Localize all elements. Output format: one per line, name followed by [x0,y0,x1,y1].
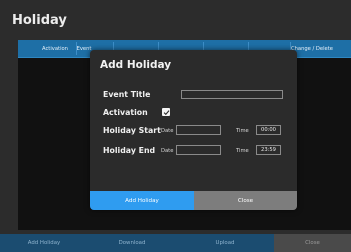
checkmark-icon [163,109,169,115]
bottom-toolbar: Add Holiday Download Upload Close [0,234,351,252]
activation-label: Activation [103,108,148,117]
upload-button[interactable]: Upload [176,234,274,252]
activation-checkbox[interactable] [162,108,170,116]
download-button[interactable]: Download [88,234,176,252]
holiday-start-label: Holiday Start [103,126,161,135]
bottom-close-button[interactable]: Close [274,234,351,252]
event-title-label: Event Title [103,90,151,99]
end-time-input[interactable]: 23:59 [256,145,281,155]
start-time-label: Time [236,128,249,134]
add-holiday-button[interactable]: Add Holiday [90,191,194,210]
start-date-input[interactable] [176,125,221,135]
bottom-add-holiday-button[interactable]: Add Holiday [0,234,88,252]
end-date-input[interactable] [176,145,221,155]
end-date-label: Date [161,148,174,154]
close-button[interactable]: Close [194,191,297,210]
holiday-end-label: Holiday End [103,146,156,155]
holiday-screen: Holiday Activation Event Change / Delete… [0,0,351,252]
dialog-title: Add Holiday [100,59,172,71]
start-time-input[interactable]: 00:00 [256,125,281,135]
end-time-label: Time [236,148,249,154]
event-title-input[interactable] [181,90,283,99]
add-holiday-dialog: Add Holiday Event Title Activation Holid… [90,50,297,210]
start-date-label: Date [161,128,174,134]
